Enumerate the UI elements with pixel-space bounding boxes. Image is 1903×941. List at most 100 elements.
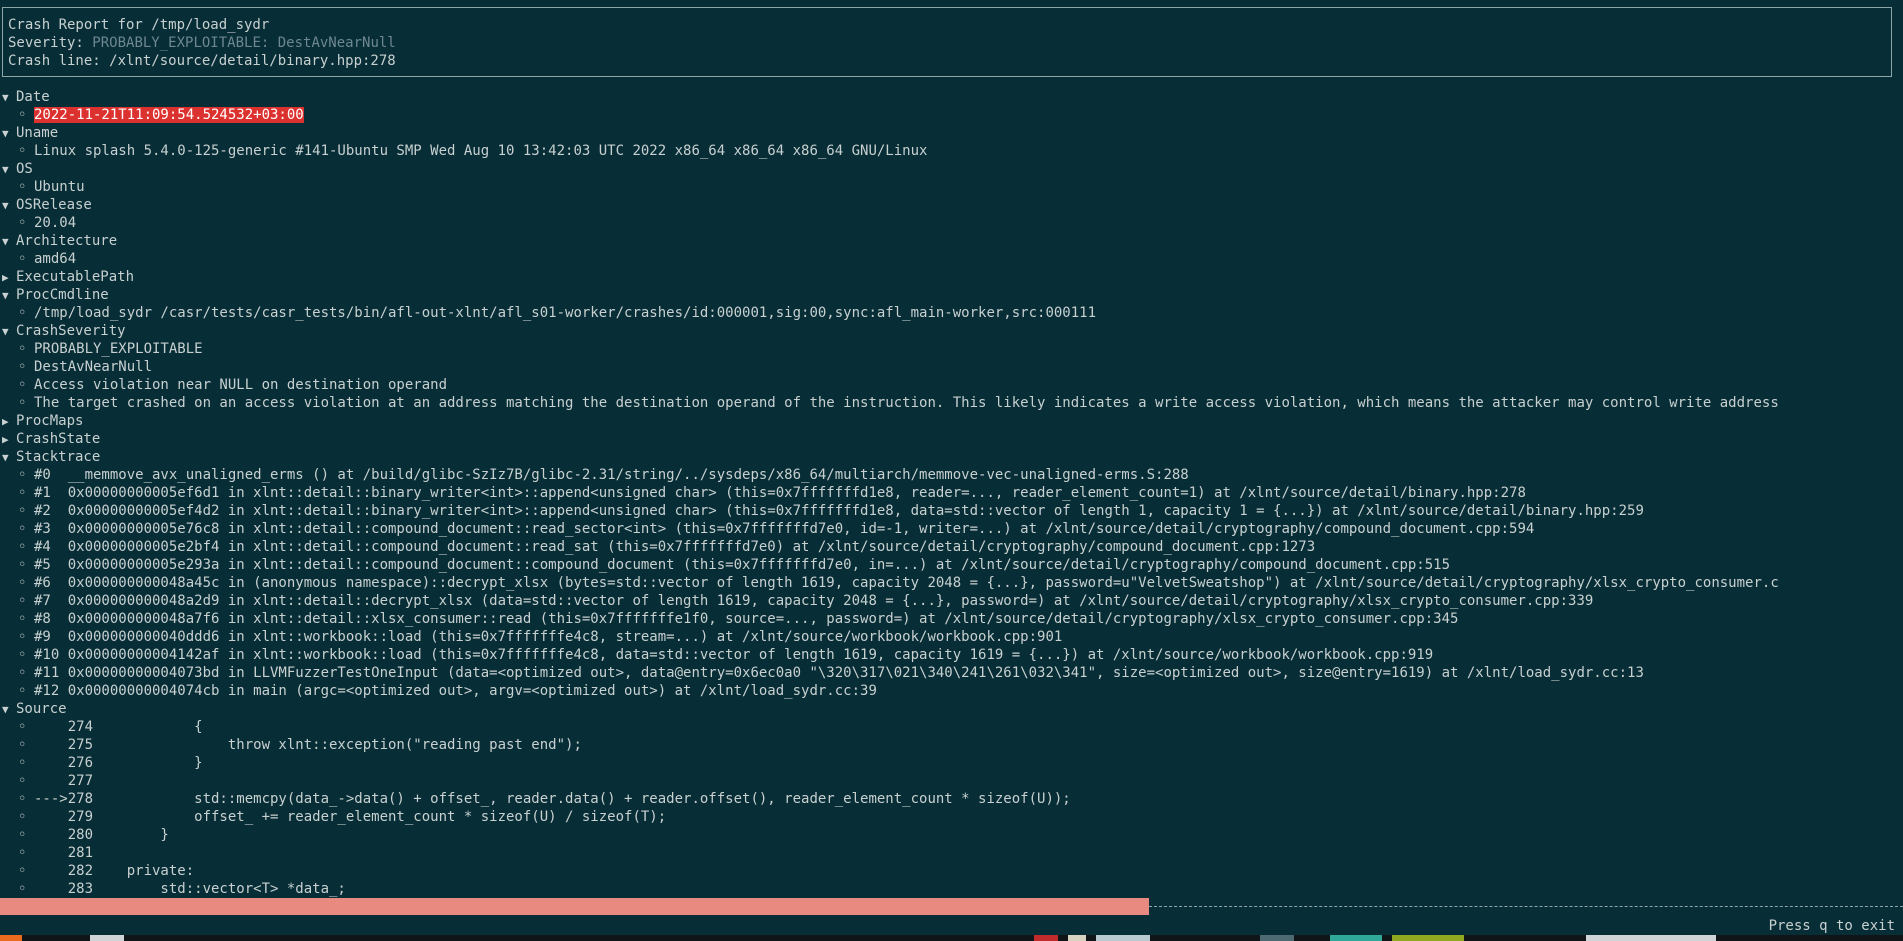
section-architecture[interactable]: ▼ Architecture — [0, 232, 1903, 250]
stacktrace-item-text: #11 0x00000000004073bd in LLVMFuzzerTest… — [34, 665, 1644, 681]
bullet-icon: ◦ — [18, 557, 27, 573]
bullet-icon: ◦ — [18, 575, 27, 591]
crashseverity-item[interactable]: ◦ PROBABLY_EXPLOITABLE — [0, 340, 1903, 358]
bullet-icon: ◦ — [18, 593, 27, 609]
stacktrace-item[interactable]: ◦ #12 0x00000000004074cb in main (argc=<o… — [0, 682, 1903, 700]
section-date[interactable]: ▼ Date — [0, 88, 1903, 106]
bullet-icon: ◦ — [18, 539, 27, 555]
source-item[interactable]: ◦ 274 { — [0, 718, 1903, 736]
crashseverity-item-text: The target crashed on an access violatio… — [34, 395, 1779, 411]
stacktrace-item[interactable]: ◦ #4 0x00000000005e2bf4 in xlnt::detail::… — [0, 538, 1903, 556]
stacktrace-item[interactable]: ◦ #7 0x000000000048a2d9 in xlnt::detail::… — [0, 592, 1903, 610]
bullet-icon: ◦ — [18, 755, 27, 771]
source-item[interactable]: ◦ 283 std::vector<T> *data_; — [0, 880, 1903, 898]
source-item-text: 280 } — [34, 827, 169, 843]
stacktrace-item-text: #5 0x00000000005e293a in xlnt::detail::c… — [34, 557, 1451, 573]
source-item[interactable]: ◦ 281 — [0, 844, 1903, 862]
proccmdline-item-text: /tmp/load_sydr /casr/tests/casr_tests/bi… — [34, 305, 1097, 321]
stacktrace-item[interactable]: ◦ #5 0x00000000005e293a in xlnt::detail::… — [0, 556, 1903, 574]
expanded-arrow-icon: ▼ — [2, 127, 9, 140]
proccmdline-item[interactable]: ◦ /tmp/load_sydr /casr/tests/casr_tests/b… — [0, 304, 1903, 322]
stacktrace-item-text: #0 __memmove_avx_unaligned_erms () at /b… — [34, 467, 1189, 483]
crashseverity-item-text: Access violation near NULL on destinatio… — [34, 377, 448, 393]
bullet-icon: ◦ — [18, 827, 27, 843]
collapsed-arrow-icon: ▶ — [2, 271, 9, 284]
bullet-icon: ◦ — [18, 467, 27, 483]
source-item-text: 279 offset_ += reader_element_count * si… — [34, 809, 667, 825]
bullet-icon: ◦ — [18, 629, 27, 645]
source-item-text: 276 } — [34, 755, 203, 771]
section-procmaps[interactable]: ▶ ProcMaps — [0, 412, 1903, 430]
severity-label: Severity: — [8, 35, 93, 51]
collapsed-arrow-icon: ▶ — [2, 433, 9, 446]
bullet-icon: ◦ — [18, 395, 27, 411]
crashseverity-item[interactable]: ◦ The target crashed on an access violati… — [0, 394, 1903, 412]
source-item[interactable]: ◦ 282 private: — [0, 862, 1903, 880]
stacktrace-item[interactable]: ◦ #11 0x00000000004073bd in LLVMFuzzerTes… — [0, 664, 1903, 682]
architecture-item[interactable]: ◦ amd64 — [0, 250, 1903, 268]
crash-line: Crash line: /xlnt/source/detail/binary.h… — [8, 53, 396, 69]
expanded-arrow-icon: ▼ — [2, 703, 9, 716]
source-item[interactable]: ◦ 279 offset_ += reader_element_count * … — [0, 808, 1903, 826]
stacktrace-item-text: #6 0x000000000048a45c in (anonymous name… — [34, 575, 1779, 591]
section-label: ProcCmdline — [16, 287, 109, 303]
section-label: Date — [16, 89, 50, 105]
section-crashseverity[interactable]: ▼ CrashSeverity — [0, 322, 1903, 340]
bullet-icon: ◦ — [18, 809, 27, 825]
section-label: Stacktrace — [16, 449, 101, 465]
stacktrace-item[interactable]: ◦ #2 0x00000000005ef4d2 in xlnt::detail::… — [0, 502, 1903, 520]
bullet-icon: ◦ — [18, 773, 27, 789]
source-item[interactable]: ◦ --->278 std::memcpy(data_->data() + off… — [0, 790, 1903, 808]
os-item[interactable]: ◦ Ubuntu — [0, 178, 1903, 196]
section-proccmdline[interactable]: ▼ ProcCmdline — [0, 286, 1903, 304]
stacktrace-item-text: #10 0x00000000004142af in xlnt::workbook… — [34, 647, 1434, 663]
section-crashstate[interactable]: ▶ CrashState — [0, 430, 1903, 448]
crashseverity-item[interactable]: ◦ Access violation near NULL on destinati… — [0, 376, 1903, 394]
expanded-arrow-icon: ▼ — [2, 289, 9, 302]
bullet-icon: ◦ — [18, 521, 27, 537]
bullet-icon: ◦ — [18, 305, 27, 321]
expanded-arrow-icon: ▼ — [2, 199, 9, 212]
stacktrace-item[interactable]: ◦ #3 0x00000000005e76c8 in xlnt::detail::… — [0, 520, 1903, 538]
section-source[interactable]: ▼ Source — [0, 700, 1903, 718]
source-item-text: 274 { — [34, 719, 203, 735]
section-label: ExecutablePath — [16, 269, 135, 285]
stacktrace-item[interactable]: ◦ #10 0x00000000004142af in xlnt::workboo… — [0, 646, 1903, 664]
section-executablepath[interactable]: ▶ ExecutablePath — [0, 268, 1903, 286]
source-item-text: --->278 std::memcpy(data_->data() + offs… — [34, 791, 1071, 807]
expanded-arrow-icon: ▼ — [2, 163, 9, 176]
date-item[interactable]: ◦ 2022-11-21T11:09:54.524532+03:00 — [0, 106, 1903, 124]
stacktrace-item[interactable]: ◦ #6 0x000000000048a45c in (anonymous nam… — [0, 574, 1903, 592]
uname-item[interactable]: ◦ Linux splash 5.4.0-125-generic #141-Ubu… — [0, 142, 1903, 160]
source-item[interactable]: ◦ 280 } — [0, 826, 1903, 844]
expanded-arrow-icon: ▼ — [2, 235, 9, 248]
section-stacktrace[interactable]: ▼ Stacktrace — [0, 448, 1903, 466]
stacktrace-item[interactable]: ◦ #9 0x000000000040ddd6 in xlnt::workbook… — [0, 628, 1903, 646]
stacktrace-item[interactable]: ◦ #1 0x00000000005ef6d1 in xlnt::detail::… — [0, 484, 1903, 502]
stacktrace-item-text: #4 0x00000000005e2bf4 in xlnt::detail::c… — [34, 539, 1316, 555]
stacktrace-item[interactable]: ◦ #0 __memmove_avx_unaligned_erms () at /… — [0, 466, 1903, 484]
section-label: OSRelease — [16, 197, 92, 213]
section-osrelease[interactable]: ▼ OSRelease — [0, 196, 1903, 214]
bullet-icon: ◦ — [18, 377, 27, 393]
source-item[interactable]: ◦ 275 throw xlnt::exception("reading pas… — [0, 736, 1903, 754]
architecture-item-text: amd64 — [34, 251, 77, 267]
section-os[interactable]: ▼ OS — [0, 160, 1903, 178]
exit-hint: Press q to exit — [1768, 918, 1895, 934]
stacktrace-item[interactable]: ◦ #8 0x000000000048a7f6 in xlnt::detail::… — [0, 610, 1903, 628]
report-tree[interactable]: ▼ Date ◦ 2022-11-21T11:09:54.524532+03:00 ▼ U… — [0, 88, 1903, 898]
bullet-icon: ◦ — [18, 683, 27, 699]
section-uname[interactable]: ▼ Uname — [0, 124, 1903, 142]
bullet-icon: ◦ — [18, 665, 27, 681]
crashseverity-item[interactable]: ◦ DestAvNearNull — [0, 358, 1903, 376]
bullet-icon: ◦ — [18, 503, 27, 519]
crashseverity-item-text: DestAvNearNull — [34, 359, 153, 375]
source-item[interactable]: ◦ 277 — [0, 772, 1903, 790]
section-label: Uname — [16, 125, 59, 141]
uname-item-text: Linux splash 5.4.0-125-generic #141-Ubun… — [34, 143, 928, 159]
scroll-progress-track — [1149, 906, 1903, 907]
bullet-icon: ◦ — [18, 845, 27, 861]
crashseverity-item-text: PROBABLY_EXPLOITABLE — [34, 341, 203, 357]
source-item[interactable]: ◦ 276 } — [0, 754, 1903, 772]
osrelease-item[interactable]: ◦ 20.04 — [0, 214, 1903, 232]
